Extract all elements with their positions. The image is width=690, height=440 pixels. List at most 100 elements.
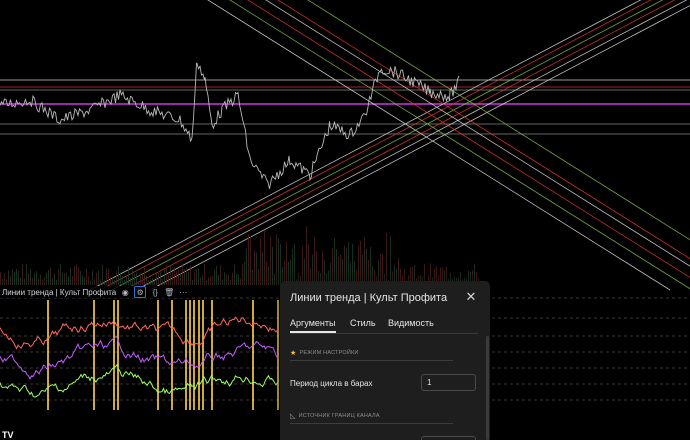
star-icon: ★	[290, 350, 297, 357]
eye-icon[interactable]: ◉	[120, 287, 130, 297]
volume-bar	[68, 276, 69, 285]
volume-bar	[14, 272, 15, 285]
volume-bar	[172, 272, 173, 285]
volume-bar	[124, 279, 125, 285]
volume-bar	[186, 267, 187, 285]
volume-bar	[188, 271, 189, 285]
more-icon[interactable]: ⋯	[178, 287, 188, 297]
volume-bar	[60, 263, 61, 285]
volume-bar	[110, 276, 111, 285]
volume-bar	[24, 278, 25, 285]
volume-bar	[190, 265, 191, 285]
volume-bar	[84, 277, 85, 285]
trash-icon[interactable]: 🗑	[164, 287, 174, 297]
volume-bar	[390, 235, 391, 285]
oscillator-green-line	[0, 363, 280, 398]
volume-bar	[46, 272, 47, 285]
dialog-scrollbar[interactable]	[486, 336, 489, 440]
volume-bar	[370, 247, 371, 285]
tab-visibility[interactable]: Видимость	[388, 318, 434, 328]
volume-bar	[206, 280, 207, 285]
downtrend-line	[229, 0, 690, 290]
tradingview-logo: TV	[2, 430, 14, 440]
volume-bar	[100, 278, 101, 285]
volume-bar	[142, 274, 143, 285]
volume-bar	[168, 272, 169, 285]
volume-bar	[98, 270, 99, 285]
source-code-icon[interactable]: {}	[150, 287, 160, 297]
tab-arguments[interactable]: Аргументы	[290, 318, 335, 328]
volume-bar	[32, 277, 33, 285]
tab-style[interactable]: Стиль	[350, 318, 376, 328]
price-series	[0, 62, 460, 189]
channel-source-input[interactable]	[421, 436, 476, 440]
volume-bar	[386, 232, 387, 285]
volume-bar	[334, 238, 335, 285]
volume-bar	[126, 276, 127, 285]
volume-bar	[150, 279, 151, 285]
uptrend-line	[135, 0, 688, 291]
volume-bar	[192, 280, 193, 285]
volume-bar	[316, 251, 317, 285]
ruler-icon: ◺	[290, 413, 296, 420]
volume-bar	[146, 276, 147, 285]
section-title: РЕЖИМ НАСТРОЙКИ	[299, 350, 359, 356]
price-line	[0, 62, 460, 189]
cycle-period-input[interactable]	[421, 374, 476, 391]
volume-bar	[210, 276, 211, 285]
volume-bar	[148, 279, 149, 285]
volume-bars	[0, 226, 479, 285]
volume-bar	[292, 248, 293, 285]
volume-bar	[42, 279, 43, 285]
volume-bar	[82, 275, 83, 285]
study-legend-title: Линии тренда | Культ Профита	[2, 287, 117, 297]
volume-bar	[144, 268, 145, 285]
volume-bar	[58, 268, 59, 285]
volume-bar	[258, 268, 259, 285]
volume-bar	[118, 265, 119, 285]
indicator-settings-dialog: Линии тренда | Культ Профита ✕ Аргументы…	[280, 281, 490, 440]
study-legend[interactable]: Линии тренда | Культ Профита ◉ ⚙ {} 🗑 ⋯	[0, 286, 192, 298]
volume-bar	[198, 268, 199, 285]
volume-bar	[204, 263, 205, 285]
volume-bar	[208, 277, 209, 285]
settings-icon[interactable]: ⚙	[134, 286, 147, 298]
volume-bar	[116, 271, 117, 285]
volume-bar	[262, 252, 263, 285]
volume-bar	[224, 272, 225, 285]
volume-bar	[156, 273, 157, 285]
volume-bar	[106, 268, 107, 285]
volume-bar	[64, 273, 65, 285]
volume-bar	[34, 272, 35, 285]
volume-bar	[202, 275, 203, 285]
volume-bar	[200, 277, 201, 285]
volume-bar	[114, 279, 115, 285]
volume-bar	[86, 268, 87, 285]
volume-bar	[94, 279, 95, 285]
volume-bar	[180, 273, 181, 285]
volume-bar	[244, 262, 245, 285]
volume-bar	[18, 270, 19, 285]
volume-bar	[232, 272, 233, 285]
volume-bar	[266, 261, 267, 285]
volume-bar	[250, 236, 251, 285]
volume-bar	[74, 265, 75, 285]
volume-bar	[366, 248, 367, 285]
volume-bar	[90, 280, 91, 285]
volume-bar	[40, 274, 41, 285]
volume-bar	[62, 273, 63, 285]
close-icon[interactable]: ✕	[465, 290, 477, 303]
volume-bar	[248, 234, 249, 285]
volume-bar	[336, 249, 337, 285]
volume-bar	[346, 248, 347, 285]
volume-bar	[182, 263, 183, 285]
volume-bar	[360, 240, 361, 285]
volume-bar	[50, 267, 51, 285]
volume-bar	[22, 264, 23, 285]
volume-bar	[108, 269, 109, 285]
volume-bar	[302, 246, 303, 285]
volume-bar	[4, 273, 5, 285]
volume-bar	[128, 266, 129, 285]
volume-bar	[138, 280, 139, 285]
volume-bar	[160, 271, 161, 285]
